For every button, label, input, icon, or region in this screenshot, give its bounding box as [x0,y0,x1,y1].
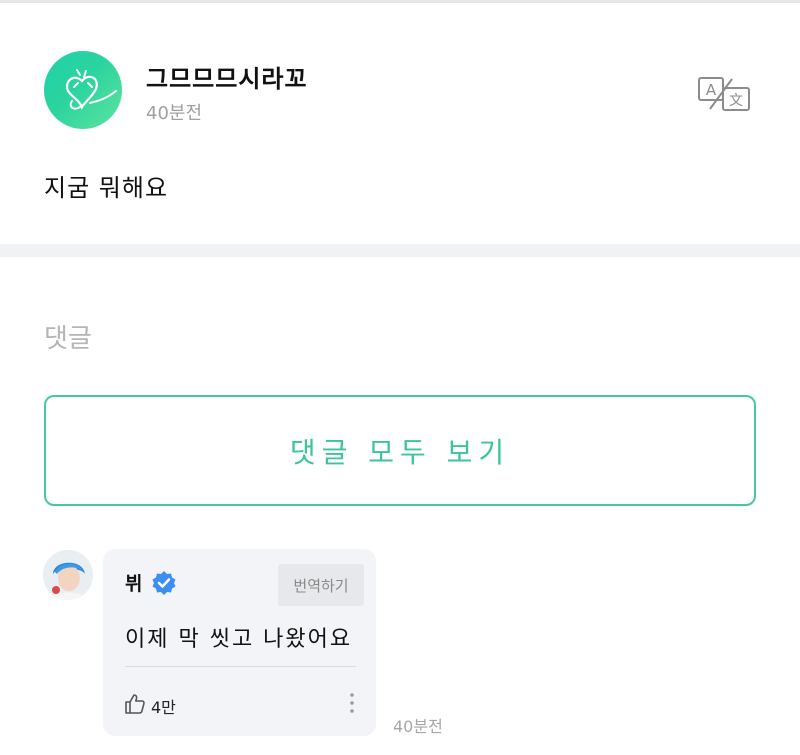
author-avatar[interactable] [44,51,122,129]
comment-timestamp: 40분전 [393,717,443,736]
post-body: 지굼 뭐해요 [44,174,169,202]
more-options-icon[interactable] [347,690,357,716]
view-all-comments-label: 댓글 모두 보기 [289,435,511,469]
section-divider [0,244,800,257]
post-card: 그므므므시라꼬 40분전 A 文 지굼 뭐해요 [0,3,800,244]
comment-text: 이제 막 씻고 나왔어요 [125,627,353,652]
commenter-avatar[interactable] [43,550,93,600]
translate-comment-button[interactable]: 번역하기 [278,564,364,606]
translate-icon[interactable]: A 文 [696,75,752,113]
comment-bubble: 뷔 번역하기 이제 막 씻고 나왔어요 4만 [103,549,376,736]
view-all-comments-button[interactable]: 댓글 모두 보기 [44,395,756,506]
verified-badge-icon [151,570,177,596]
post-author-name[interactable]: 그므므므시라꼬 [146,59,308,94]
svg-text:A: A [706,81,717,99]
svg-text:文: 文 [729,93,743,109]
post-timestamp: 40분전 [146,103,203,124]
like-icon[interactable] [123,692,147,716]
comments-heading: 댓글 [44,324,92,354]
comment-divider [125,666,356,667]
commenter-name[interactable]: 뷔 [125,569,142,596]
like-count: 4만 [151,698,176,717]
